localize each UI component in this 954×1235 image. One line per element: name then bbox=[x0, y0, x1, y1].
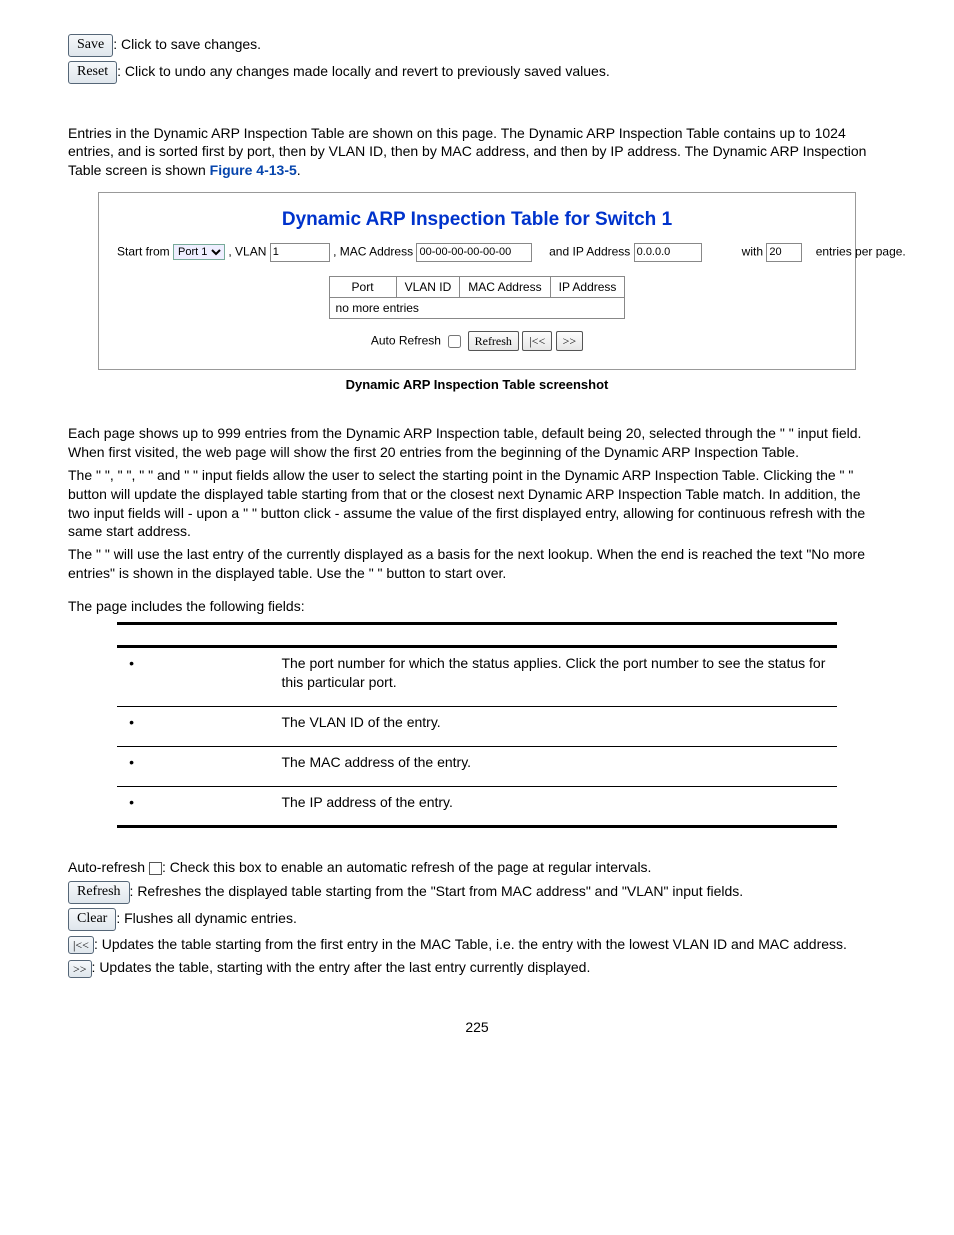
ip-input[interactable] bbox=[634, 243, 702, 262]
auto-refresh-label: Auto Refresh bbox=[371, 334, 441, 348]
fields-table: The port number for which the status app… bbox=[117, 622, 837, 828]
next-button-img[interactable]: >> bbox=[68, 960, 92, 978]
intro-text: Entries in the Dynamic ARP Inspection Ta… bbox=[68, 124, 886, 181]
reset-desc: : Click to undo any changes made locally… bbox=[117, 63, 610, 79]
mac-input[interactable] bbox=[416, 243, 532, 262]
auto-refresh-checkbox[interactable] bbox=[448, 335, 461, 348]
page-number: 225 bbox=[68, 1018, 886, 1037]
no-more-row: no more entries bbox=[329, 298, 625, 319]
col-vlan: VLAN ID bbox=[396, 276, 460, 297]
first-page-button[interactable]: |<< bbox=[522, 331, 552, 351]
first-button-img[interactable]: |<< bbox=[68, 936, 94, 954]
col-mac: MAC Address bbox=[460, 276, 550, 297]
nav-p1: Each page shows up to 999 entries from t… bbox=[68, 424, 886, 462]
fields-heading: The page includes the following fields: bbox=[68, 597, 886, 616]
figure-caption: Dynamic ARP Inspection Table screenshot bbox=[68, 376, 886, 394]
first-desc: : Updates the table starting from the fi… bbox=[94, 936, 847, 952]
table-row: The IP address of the entry. bbox=[117, 786, 837, 827]
auto-refresh-desc: : Check this box to enable an automatic … bbox=[162, 859, 652, 875]
checkbox-icon bbox=[149, 862, 162, 875]
refresh-button[interactable]: Refresh bbox=[468, 331, 519, 351]
refresh-button-img[interactable]: Refresh bbox=[68, 881, 130, 904]
port-select[interactable]: Port 1 bbox=[173, 244, 225, 260]
filter-row: Start from Port 1 , VLAN , MAC Address a… bbox=[117, 243, 837, 262]
panel-title: Dynamic ARP Inspection Table for Switch … bbox=[117, 207, 837, 233]
next-page-button[interactable]: >> bbox=[556, 331, 584, 351]
figure-link[interactable]: Figure 4-13-5 bbox=[210, 162, 297, 178]
nav-p2: The " ", " ", " " and " " input fields a… bbox=[68, 466, 886, 542]
nav-p3: The " " will use the last entry of the c… bbox=[68, 545, 886, 583]
col-ip: IP Address bbox=[550, 276, 625, 297]
save-button[interactable]: Save bbox=[68, 34, 113, 57]
arp-table-panel: Dynamic ARP Inspection Table for Switch … bbox=[98, 192, 856, 370]
col-port: Port bbox=[329, 276, 396, 297]
vlan-input[interactable] bbox=[270, 243, 330, 262]
clear-desc: : Flushes all dynamic entries. bbox=[116, 910, 297, 926]
refresh-desc: : Refreshes the displayed table starting… bbox=[130, 883, 744, 899]
arp-table: Port VLAN ID MAC Address IP Address no m… bbox=[329, 276, 626, 319]
clear-button-img[interactable]: Clear bbox=[68, 908, 116, 931]
save-desc: : Click to save changes. bbox=[113, 36, 261, 52]
table-row: The MAC address of the entry. bbox=[117, 746, 837, 786]
next-desc: : Updates the table, starting with the e… bbox=[92, 959, 591, 975]
table-row: The port number for which the status app… bbox=[117, 647, 837, 707]
reset-button[interactable]: Reset bbox=[68, 61, 117, 84]
table-row: The VLAN ID of the entry. bbox=[117, 706, 837, 746]
entries-input[interactable] bbox=[766, 243, 802, 262]
auto-refresh-text: Auto-refresh bbox=[68, 859, 149, 875]
